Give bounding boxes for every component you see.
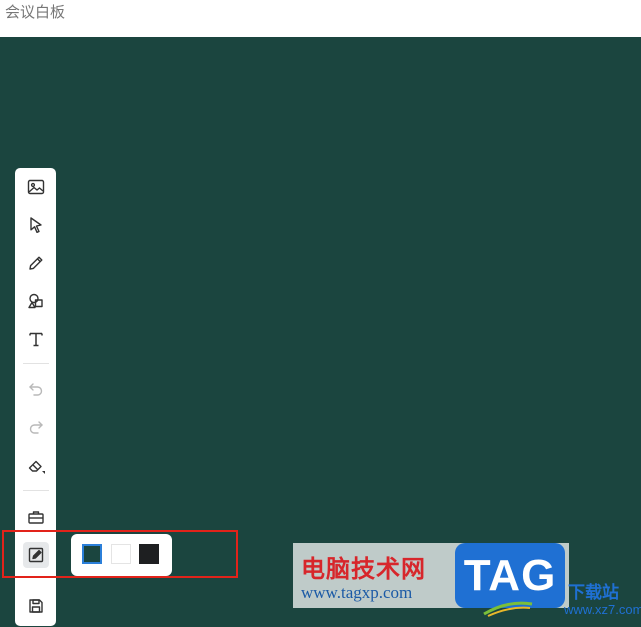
toolbox-button[interactable]	[23, 504, 49, 530]
watermark-site-name: 电脑技术网	[301, 557, 426, 583]
insert-image-button[interactable]	[23, 174, 49, 200]
save-icon	[29, 599, 43, 613]
save-button[interactable]	[23, 593, 49, 619]
window-title: 会议白板	[5, 4, 66, 21]
toolbar-divider	[23, 490, 49, 491]
eraser-icon	[28, 460, 45, 474]
undo-button[interactable]	[23, 376, 49, 402]
watermark-site-url: www.tagxp.com	[301, 583, 413, 602]
undo-icon	[29, 383, 43, 396]
text-tool-button[interactable]	[23, 326, 49, 352]
toolbox-icon	[28, 511, 44, 524]
pen-icon	[29, 256, 43, 270]
highlight-box	[2, 530, 238, 578]
watermark-secondary-url: www.xz7.com	[564, 602, 641, 617]
swoosh-icon	[483, 601, 533, 617]
toolbar-divider	[23, 363, 49, 364]
title-bar: 会议白板	[0, 0, 641, 37]
shapes-icon	[28, 293, 43, 309]
eraser-tool-button[interactable]	[23, 453, 49, 479]
text-icon	[29, 332, 43, 347]
select-tool-button[interactable]	[23, 212, 49, 238]
select-pointer-icon	[30, 217, 42, 233]
pen-tool-button[interactable]	[23, 250, 49, 276]
redo-icon	[29, 421, 43, 434]
watermark-secondary-name: 下载站	[568, 583, 619, 602]
image-icon	[27, 179, 45, 195]
redo-button[interactable]	[23, 414, 49, 440]
shapes-tool-button[interactable]	[23, 288, 49, 314]
